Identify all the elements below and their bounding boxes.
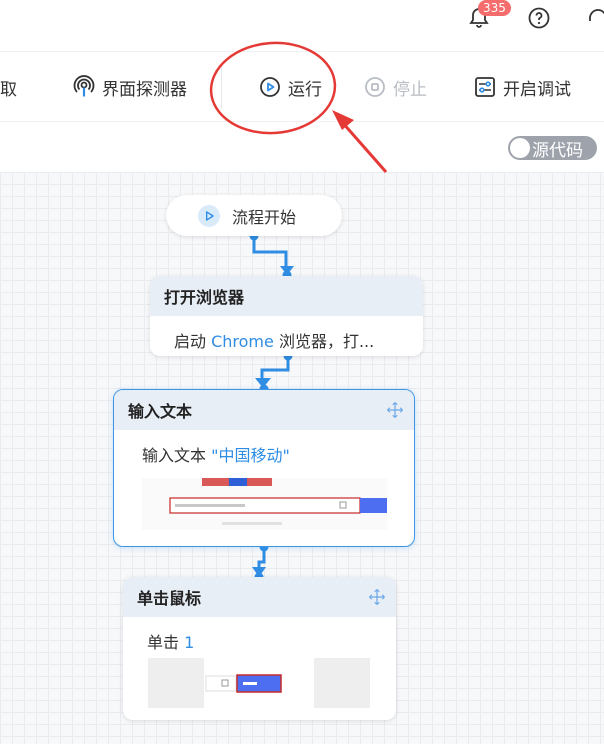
node-title: 单击鼠标 [137, 589, 202, 608]
desc-highlight: Chrome [211, 332, 274, 351]
desc-prefix: 输入文本 [142, 446, 212, 465]
node-description: 输入文本 "中国移动" [114, 430, 414, 478]
click-mouse-node[interactable]: 单击鼠标 单击 1 [123, 577, 396, 720]
desc-highlight: "中国移动" [211, 446, 290, 465]
node-title: 打开浏览器 [150, 276, 423, 316]
element-preview [148, 658, 370, 708]
node-description: 启动 Chrome 浏览器，打... [150, 316, 423, 356]
desc-highlight: 1 [184, 633, 195, 652]
open-browser-node[interactable]: 打开浏览器 启动 Chrome 浏览器，打... [150, 276, 423, 356]
start-play-icon [198, 204, 220, 227]
flow-start-node[interactable]: 流程开始 [166, 195, 342, 236]
move-icon[interactable] [386, 401, 404, 419]
node-title: 输入文本 [128, 402, 193, 421]
move-icon[interactable] [368, 588, 386, 606]
input-text-node[interactable]: 输入文本 输入文本 "中国移动" [113, 389, 415, 547]
desc-suffix: 浏览器，打... [273, 332, 375, 351]
desc-prefix: 单击 [147, 633, 185, 652]
desc-prefix: 启动 [174, 332, 212, 351]
element-preview [142, 478, 387, 530]
node-header: 输入文本 [114, 390, 414, 430]
start-label: 流程开始 [232, 207, 297, 227]
node-header: 单击鼠标 [123, 577, 396, 617]
